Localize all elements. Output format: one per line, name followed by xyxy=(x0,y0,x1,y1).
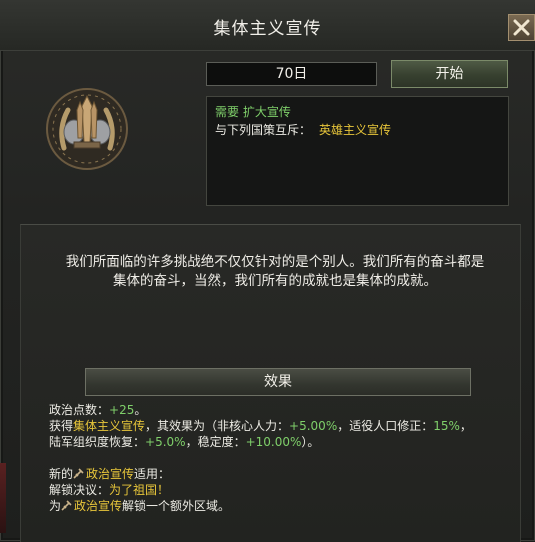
pp-end: 。 xyxy=(134,403,147,417)
pp-label: 政治点数： xyxy=(49,403,110,417)
propaganda-category-icon xyxy=(61,500,72,511)
effect-new-category: 新的 政治宣传适用： xyxy=(49,466,509,482)
recruit-label: ，适役人口修正： xyxy=(337,419,434,433)
mutually-exclusive-text: 与下列国策互斥： 英雄主义宣传 xyxy=(215,121,391,138)
new-suffix: 适用： xyxy=(134,467,171,481)
stability-label: ，稳定度： xyxy=(185,435,246,449)
effect-unlock-decision: 解锁决议：为了祖国！ xyxy=(49,482,509,498)
national-spirit-link[interactable]: 集体主义宣传 xyxy=(73,419,145,433)
left-edge-decoration xyxy=(0,463,6,533)
title-bar: 集体主义宣传 xyxy=(0,0,535,51)
close-icon xyxy=(513,19,530,36)
exclusive-label: 与下列国策互斥： xyxy=(215,123,312,137)
effect-political-power: 政治点数：+25。 xyxy=(49,402,509,418)
org-label: 陆军组织度恢复： xyxy=(49,435,146,449)
effects-header: 效果 xyxy=(85,368,471,396)
requirements-panel: 需要 扩大宣传 与下列国策互斥： 英雄主义宣传 xyxy=(206,96,509,206)
propaganda-emblem-icon xyxy=(44,86,130,172)
exclusive-focus[interactable]: 英雄主义宣传 xyxy=(319,123,391,137)
category-link-2[interactable]: 政治宣传 xyxy=(74,499,122,513)
gain-prefix: 获得 xyxy=(49,419,74,433)
effect-extra-slot: 为政治宣传解锁一个额外区域。 xyxy=(49,498,509,514)
stability-value: +10.00% xyxy=(245,435,302,449)
effect-org-stability: 陆军组织度恢复：+5.0%，稳定度：+10.00%）。 xyxy=(49,434,509,450)
category-link[interactable]: 政治宣传 xyxy=(86,467,134,481)
start-button[interactable]: 开始 xyxy=(391,60,508,88)
recruit-end: ， xyxy=(459,419,472,433)
propaganda-category-icon xyxy=(73,468,84,479)
new-prefix: 新的 xyxy=(49,467,74,481)
recruitable-pop-value: 15% xyxy=(433,419,460,433)
extra-suffix: 解锁一个额外区域。 xyxy=(122,499,231,513)
decision-link[interactable]: 为了祖国！ xyxy=(109,483,169,497)
description-panel: 我们所面临的许多挑战绝不仅仅针对的是个别人。我们所有的奋斗都是集体的奋斗，当然，… xyxy=(20,224,521,542)
gain-mid: ，其效果为（非核心人力： xyxy=(145,419,290,433)
stability-end: ）。 xyxy=(301,435,320,449)
close-button[interactable] xyxy=(508,14,535,41)
focus-description: 我们所面临的许多挑战绝不仅仅针对的是个别人。我们所有的奋斗都是集体的奋斗，当然，… xyxy=(65,254,485,289)
duration-field: 70日 xyxy=(206,62,377,86)
extra-prefix: 为 xyxy=(49,499,62,513)
non-core-manpower-value: +5.00% xyxy=(289,419,338,433)
effect-national-spirit: 获得集体主义宣传，其效果为（非核心人力：+5.00%，适役人口修正：15%， xyxy=(49,418,509,434)
pp-value: +25 xyxy=(109,403,135,417)
org-value: +5.0% xyxy=(145,435,186,449)
prerequisite-text: 需要 扩大宣传 xyxy=(215,105,291,119)
window-title: 集体主义宣传 xyxy=(213,19,322,39)
unlock-prefix: 解锁决议： xyxy=(49,483,110,497)
